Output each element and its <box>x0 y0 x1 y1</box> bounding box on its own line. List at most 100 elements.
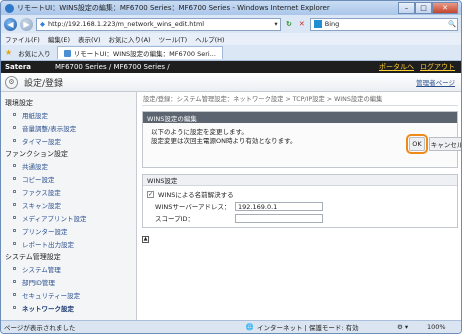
tab-label: リモートUI：WINS設定の編集：MF6700 Seri... <box>73 50 216 58</box>
product-name: MF6700 Series / MF6700 Series / <box>55 63 170 71</box>
internet-zone-icon: 🌐 <box>245 323 254 331</box>
breadcrumb: 設定/登録：システム管理設定：ネットワーク設定 > TCP/IP設定 > WIN… <box>142 92 458 106</box>
bullet-icon <box>13 126 16 129</box>
search-box[interactable]: Bing 🔍 <box>309 17 458 31</box>
wins-header: WINS設定 <box>143 175 457 186</box>
favorites-bar: ★ お気に入り リモートUI：WINS設定の編集：MF6700 Seri... <box>1 45 461 61</box>
sidebar-item-copy[interactable]: コピー設定 <box>1 172 136 185</box>
bullet-icon <box>13 293 16 296</box>
menu-bar: ファイル(F) 編集(E) 表示(V) お気に入り(A) ツール(T) ヘルプ(… <box>1 33 461 45</box>
address-url[interactable]: http://192.168.1.223/m_network_wins_edit… <box>48 20 269 28</box>
menu-help[interactable]: ヘルプ(H) <box>195 34 224 44</box>
status-bar: ページが表示されました 🌐 インターネット | 保護モード: 有効 ⚙ ▾ 10… <box>1 320 461 333</box>
browser-window: リモートUI：WINS設定の編集：MF6700 Series：MF6700 Se… <box>0 0 462 334</box>
bullet-icon <box>13 216 16 219</box>
window-controls: – □ ✕ <box>398 2 458 14</box>
search-icon[interactable]: 🔍 <box>447 20 457 28</box>
sidebar-item-paper[interactable]: 用紙設定 <box>1 108 136 121</box>
tab-favicon-icon <box>63 49 71 57</box>
page-content: Satera MF6700 Series / MF6700 Series / ポ… <box>1 61 461 322</box>
page-title: 設定/登録 <box>24 78 64 89</box>
wins-server-row: WINSサーバーアドレス： 192.169.0.1 <box>147 200 457 212</box>
logout-link[interactable]: ログアウト <box>420 62 455 72</box>
sidebar-item-system[interactable]: システム管理 <box>1 262 136 275</box>
maximize-button[interactable]: □ <box>415 2 432 14</box>
sidebar-item-printer[interactable]: プリンター設定 <box>1 224 136 237</box>
page-header: ⚙ 設定/登録 管理者ページ <box>1 73 461 92</box>
menu-view[interactable]: 表示(V) <box>78 34 101 44</box>
status-text: ページが表示されました <box>4 324 76 332</box>
address-bar[interactable]: ◆ http://192.168.1.223/m_network_wins_ed… <box>36 17 281 31</box>
bing-icon <box>313 20 322 28</box>
edit-box-header: WINS設定の編集 <box>143 112 457 123</box>
sidebar-item-security[interactable]: セキュリティー設定 <box>1 288 136 301</box>
zoom-level[interactable]: 100% <box>427 323 461 331</box>
wins-settings-box: WINS設定 ✓ WINSによる名前解決する WINSサーバーアドレス： 192… <box>142 174 458 228</box>
sidebar-section-environment: 環境設定 <box>5 99 33 107</box>
menu-favorites[interactable]: お気に入り(A) <box>109 34 151 44</box>
page-top-icon[interactable]: ▲ <box>142 236 149 243</box>
wins-resolve-label: WINSによる名前解決する <box>158 191 234 199</box>
refresh-icon[interactable]: ↻ <box>284 20 294 28</box>
edit-box-body: 以下のように設定を変更します。 設定変更は次回主電源ON時より有効となります。 … <box>143 123 461 167</box>
menu-tools[interactable]: ツール(T) <box>159 34 188 44</box>
bullet-icon <box>13 177 16 180</box>
sidebar-section-function: ファンクション設定 <box>5 150 68 158</box>
wins-server-label: WINSサーバーアドレス： <box>155 203 231 211</box>
favorites-button[interactable]: お気に入り <box>18 48 51 58</box>
sidebar-item-network[interactable]: ネットワーク設定 <box>1 301 136 314</box>
sidebar-item-common[interactable]: 共通設定 <box>1 159 136 172</box>
favorites-star-icon: ★ <box>5 48 13 57</box>
scope-id-field[interactable] <box>235 213 323 223</box>
ie-icon <box>5 3 14 13</box>
search-input[interactable]: Bing <box>325 20 444 28</box>
sidebar-item-scan[interactable]: スキャン設定 <box>1 198 136 211</box>
bullet-icon <box>13 203 16 206</box>
sidebar-item-department-id[interactable]: 部門ID管理 <box>1 275 136 288</box>
sidebar-item-report[interactable]: レポート出力設定 <box>1 237 136 250</box>
settings-gear-icon: ⚙ <box>5 75 18 89</box>
menu-edit[interactable]: 編集(E) <box>48 34 70 44</box>
back-icon[interactable]: ◀ <box>4 17 17 31</box>
address-row: ◀ ▶ ◆ http://192.168.1.223/m_network_win… <box>1 15 461 33</box>
edit-confirm-box: WINS設定の編集 以下のように設定を変更します。 設定変更は次回主電源ON時よ… <box>142 111 461 168</box>
menu-file[interactable]: ファイル(F) <box>5 34 40 44</box>
portal-link[interactable]: ポータルへ <box>379 62 414 72</box>
cancel-button[interactable]: キャンセル <box>429 137 461 151</box>
main-panel: 設定/登録：システム管理設定：ネットワーク設定 > TCP/IP設定 > WIN… <box>142 92 461 322</box>
sidebar-item-media-print[interactable]: メディアプリント設定 <box>1 211 136 224</box>
bullet-icon <box>13 229 16 232</box>
protected-mode-icon[interactable]: ⚙ ▾ <box>397 323 427 331</box>
sidebar-item-volume[interactable]: 音量調整/表示設定 <box>1 121 136 134</box>
bullet-icon <box>13 164 16 167</box>
sidebar-item-timer[interactable]: タイマー設定 <box>1 134 136 147</box>
stop-icon[interactable]: ✕ <box>297 20 307 28</box>
wins-resolve-checkbox[interactable]: ✓ <box>147 190 154 198</box>
ok-button[interactable]: OK <box>406 134 428 154</box>
sidebar-section-system: システム管理設定 <box>5 253 61 261</box>
admin-page-link[interactable]: 管理者ページ <box>416 77 455 87</box>
bullet-icon <box>13 280 16 283</box>
bullet-icon <box>13 190 16 193</box>
brand-bar: Satera MF6700 Series / MF6700 Series / ポ… <box>1 61 461 73</box>
close-button[interactable]: ✕ <box>432 2 458 14</box>
forward-icon[interactable]: ▶ <box>20 17 33 31</box>
sidebar-item-fax[interactable]: ファクス設定 <box>1 185 136 198</box>
wins-body: ✓ WINSによる名前解決する WINSサーバーアドレス： 192.169.0.… <box>143 186 457 227</box>
address-dropdown-icon[interactable]: ▾ <box>272 20 280 28</box>
window-title: リモートUI：WINS設定の編集：MF6700 Series：MF6700 Se… <box>17 4 330 12</box>
wins-server-field[interactable]: 192.169.0.1 <box>235 201 323 211</box>
edit-message-line1: 以下のように設定を変更します。 <box>151 128 248 136</box>
title-bar: リモートUI：WINS設定の編集：MF6700 Series：MF6700 Se… <box>1 1 461 15</box>
bullet-icon <box>13 139 16 142</box>
minimize-button[interactable]: – <box>398 2 415 14</box>
browser-tab[interactable]: リモートUI：WINS設定の編集：MF6700 Seri... <box>56 46 223 59</box>
bullet-icon <box>13 267 16 270</box>
page-favicon-icon: ◆ <box>40 20 45 28</box>
bullet-icon <box>13 113 16 116</box>
bullet-icon <box>13 242 16 245</box>
bullet-icon <box>13 306 16 309</box>
sidebar: 環境設定 用紙設定 音量調整/表示設定 タイマー設定 ファンクション設定 共通設… <box>1 92 137 322</box>
scope-id-label: スコープID： <box>155 215 195 223</box>
brand-logo: Satera <box>5 63 32 71</box>
